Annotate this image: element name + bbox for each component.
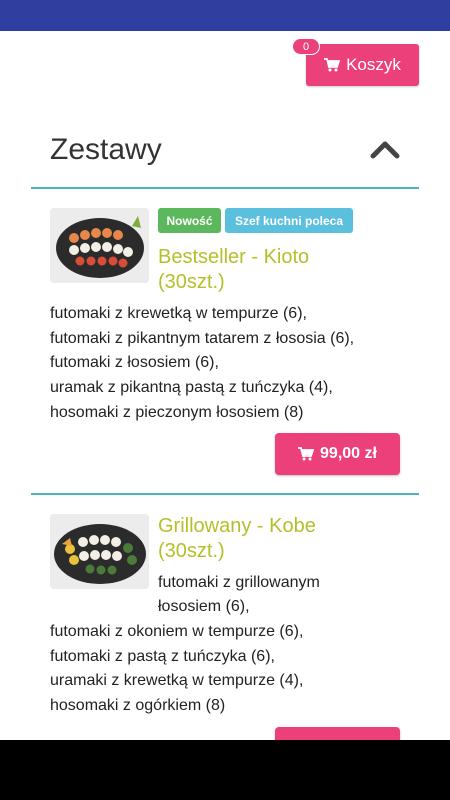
cart-button[interactable]: Koszyk xyxy=(306,44,419,86)
cart-icon xyxy=(298,447,315,461)
product-image[interactable] xyxy=(50,514,149,589)
product-desc-line: futomaki z łososiem (6), xyxy=(50,354,219,371)
cart-label: Koszyk xyxy=(346,55,401,74)
cart-icon xyxy=(324,58,341,72)
price-label: 99,00 zł xyxy=(320,445,377,462)
product-desc-line: futomaki z pastą z tuńczyka (6), xyxy=(50,648,275,665)
product-image[interactable] xyxy=(50,208,149,283)
product-desc-line: hosomaki z ogórkiem (8) xyxy=(50,697,226,714)
badge-new: Nowość xyxy=(158,208,221,233)
section-divider xyxy=(31,187,419,189)
section-title: Zestawy xyxy=(50,133,162,166)
product-divider xyxy=(31,493,419,495)
badge-chef-recommends: Szef kuchni poleca xyxy=(225,208,353,233)
product-title-line2[interactable]: (30szt.) xyxy=(158,270,225,295)
add-to-cart-button[interactable]: 99,00 zł xyxy=(275,433,400,475)
system-navigation-bar xyxy=(0,740,450,800)
product-desc-line: łososiem (6), xyxy=(158,598,250,615)
product-desc-line: futomaki z pikantnym tatarem z łososia (… xyxy=(50,330,355,347)
product-desc-line: uramak z pikantną pastą z tuńczyka (4), xyxy=(50,379,333,396)
cart-count-badge: 0 xyxy=(292,38,320,55)
product-desc-line: futomaki z grillowanym xyxy=(158,574,320,591)
product-title-line1[interactable]: Bestseller - Kioto xyxy=(158,245,309,270)
product-desc-line: futomaki z okoniem w tempurze (6), xyxy=(50,623,304,640)
product-desc-line: hosomaki z pieczonym łososiem (8) xyxy=(50,404,304,421)
product-desc-line: uramaki z krewetką w tempurze (4), xyxy=(50,672,304,689)
status-bar xyxy=(0,0,450,31)
product-title-line1[interactable]: Grillowany - Kobe xyxy=(158,514,316,539)
chevron-up-icon[interactable] xyxy=(369,136,401,162)
product-desc-line: futomaki z krewetką w tempurze (6), xyxy=(50,305,307,322)
add-to-cart-button[interactable] xyxy=(275,727,400,740)
product-title-line2[interactable]: (30szt.) xyxy=(158,539,225,564)
